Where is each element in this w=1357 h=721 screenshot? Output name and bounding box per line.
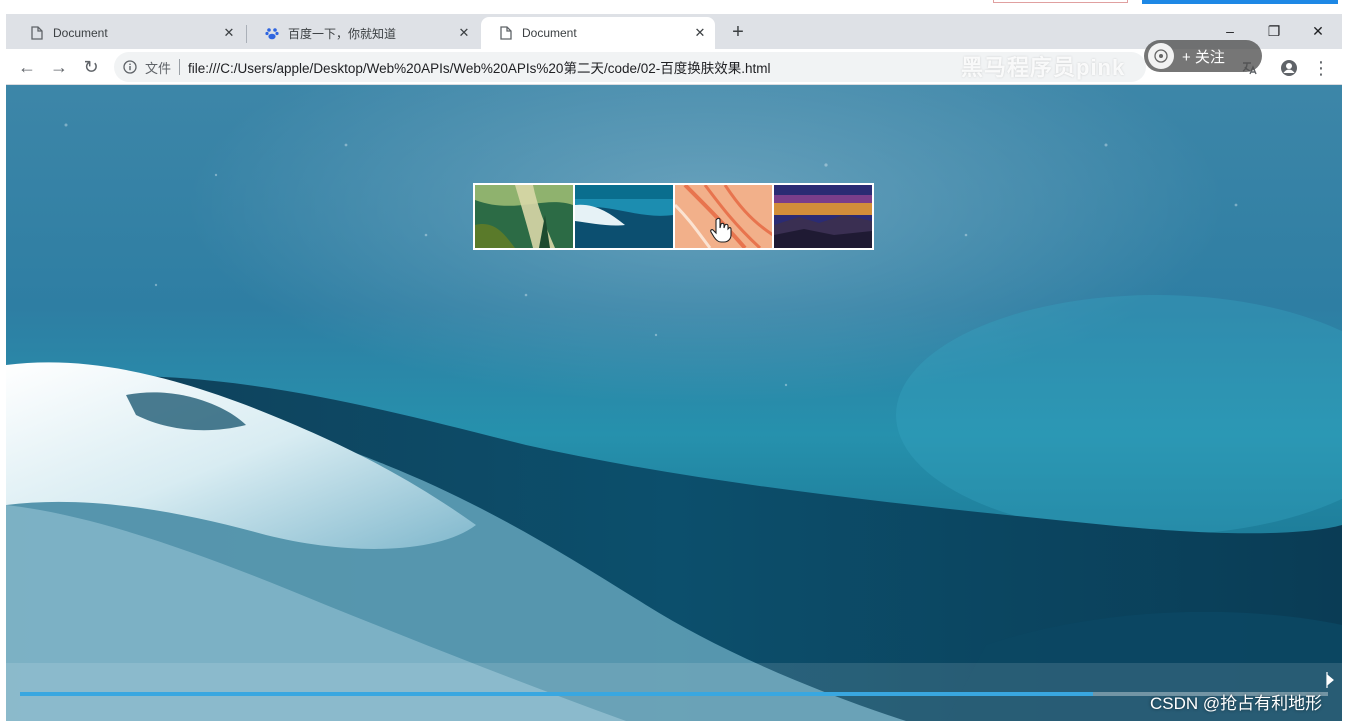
- video-control-icon[interactable]: [1318, 671, 1336, 689]
- thumbnail-forest-waterfall[interactable]: [475, 185, 573, 248]
- thumbnail-sunset-mountains[interactable]: [774, 185, 872, 248]
- watermark-text: 黑马程序员pink: [961, 55, 1126, 80]
- reload-button[interactable]: ↻: [78, 54, 104, 80]
- tab-label: Document: [53, 26, 108, 40]
- tab-label: 百度一下，你就知道: [288, 26, 397, 41]
- page-viewport: [6, 85, 1342, 721]
- tab-label: Document: [522, 26, 577, 40]
- browser-toolbar: ← → ↻ 文件 file:///C:/Users/apple/Desktop/…: [6, 49, 1342, 85]
- back-button[interactable]: ←: [14, 54, 40, 80]
- address-divider: [179, 59, 181, 75]
- tab-bar: Document ✕ 百度一下，你就知道 ✕ Document ✕ + – ❐: [6, 14, 1342, 49]
- skin-thumbnail-list: [473, 183, 874, 250]
- menu-button[interactable]: ⋮: [1310, 57, 1332, 79]
- tab-document-active[interactable]: Document ✕: [481, 17, 715, 49]
- restore-button[interactable]: ❐: [1252, 18, 1296, 44]
- avatar: [1148, 43, 1174, 69]
- thumbnail-ocean-wave[interactable]: [574, 185, 673, 248]
- tab-close-icon[interactable]: ✕: [689, 22, 711, 44]
- csdn-watermark: CSDN @抢占有利地形: [1150, 694, 1323, 713]
- window-close-button[interactable]: ✕: [1296, 18, 1340, 44]
- sliver-primary-button[interactable]: [1142, 0, 1338, 4]
- screen: Document ✕ 百度一下，你就知道 ✕ Document ✕ + – ❐: [0, 0, 1357, 721]
- follow-label: + 关注: [1182, 48, 1225, 66]
- new-tab-button[interactable]: +: [726, 20, 750, 44]
- browser-window: Document ✕ 百度一下，你就知道 ✕ Document ✕ + – ❐: [6, 14, 1342, 721]
- security-label: 文件: [145, 60, 172, 76]
- ocean-wave-background: [6, 85, 1342, 721]
- profile-icon[interactable]: [1278, 57, 1300, 79]
- follow-button[interactable]: + 关注: [1144, 40, 1262, 72]
- baidu-paw-icon: [265, 26, 279, 40]
- tab-close-icon[interactable]: ✕: [453, 22, 475, 44]
- video-progress-fill: [20, 692, 1093, 696]
- tab-close-icon[interactable]: ✕: [218, 22, 240, 44]
- tab-baidu[interactable]: 百度一下，你就知道 ✕: [247, 17, 479, 49]
- tab-document-1[interactable]: Document ✕: [12, 17, 244, 49]
- top-sliver: [0, 0, 1357, 14]
- hand-cursor-icon: [710, 217, 732, 243]
- sliver-outline-button[interactable]: [993, 0, 1128, 3]
- info-icon[interactable]: [122, 59, 138, 75]
- document-icon: [30, 26, 44, 40]
- forward-button[interactable]: →: [46, 54, 72, 80]
- video-progress-bar[interactable]: [20, 692, 1328, 696]
- url-text[interactable]: file:///C:/Users/apple/Desktop/Web%20API…: [188, 57, 770, 77]
- document-icon: [499, 26, 513, 40]
